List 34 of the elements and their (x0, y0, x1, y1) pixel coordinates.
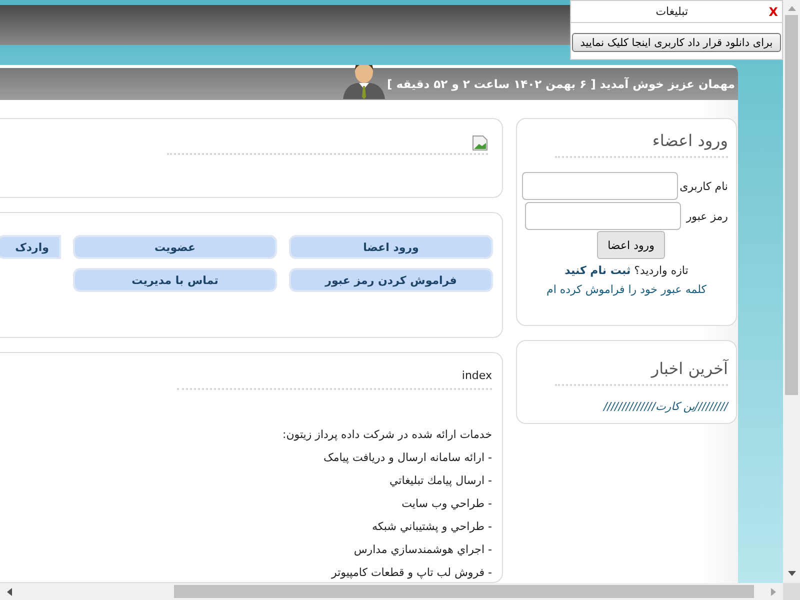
list-item: - ارسال پیامك تبلیغاتي (388, 474, 492, 487)
field-label: نام کاربری (680, 180, 728, 192)
signup-link[interactable]: ثبت نام کنید (564, 264, 631, 277)
field-label: رمز عبور (686, 210, 728, 222)
broken-image-icon (472, 135, 488, 151)
menu-button[interactable]: فراموش کردن رمز عبور (289, 268, 493, 292)
list-item: - ارائه سامانه ارسال و دریافت پیامک (322, 451, 492, 464)
panel-title: آخرین اخبار (650, 359, 728, 378)
list-item: - اجراي هوشمندسازي مدارس (352, 543, 492, 556)
input-field[interactable] (522, 172, 678, 200)
scroll-thumb[interactable] (174, 585, 754, 598)
intro-text: خدمات ارائه شده در شرکت داده پرداز زیتون: (282, 428, 492, 441)
menu-button[interactable]: ورود اعضا (289, 235, 493, 259)
content-title: index (460, 369, 492, 382)
popup-title: تبلیغات (654, 5, 690, 18)
list-item: - طراحي و پشتيباني شبكه (370, 520, 492, 533)
list-item: - فروش لب تاپ و قطعات كامپيوتر (330, 566, 492, 579)
list-item: - طراحي وب سايت (400, 497, 492, 510)
horizontal-scrollbar[interactable] (0, 583, 783, 600)
download-button[interactable]: برای دانلود قرار داد کاربری اینجا کلیک نمایید (572, 33, 781, 52)
news-link[interactable]: /////////ین کارت////////////// (525, 400, 728, 413)
panel-title: ورود اعضاء (651, 131, 728, 150)
vertical-scrollbar[interactable] (783, 0, 800, 583)
menu-button[interactable]: تماس با مدیریت (73, 268, 277, 292)
scroll-thumb[interactable] (785, 15, 798, 395)
forgot-password-link[interactable]: کلمه عبور خود را فراموش کرده ام (546, 283, 706, 296)
signup-prompt: تازه واردید؟ (634, 264, 688, 277)
scrollbar-corner (783, 583, 800, 600)
close-button[interactable]: X (768, 4, 778, 18)
menu-button[interactable]: عضویت (73, 235, 277, 259)
menu-button[interactable]: واردک (0, 235, 61, 259)
login-button[interactable]: ورود اعضا (597, 231, 665, 259)
input-field[interactable] (525, 202, 681, 230)
welcome-text: مهمان عزیز خوش آمدید [ ۶ بهمن ۱۴۰۲ ساعت ۲ و ۵۲ دقیقه ] (387, 77, 735, 91)
